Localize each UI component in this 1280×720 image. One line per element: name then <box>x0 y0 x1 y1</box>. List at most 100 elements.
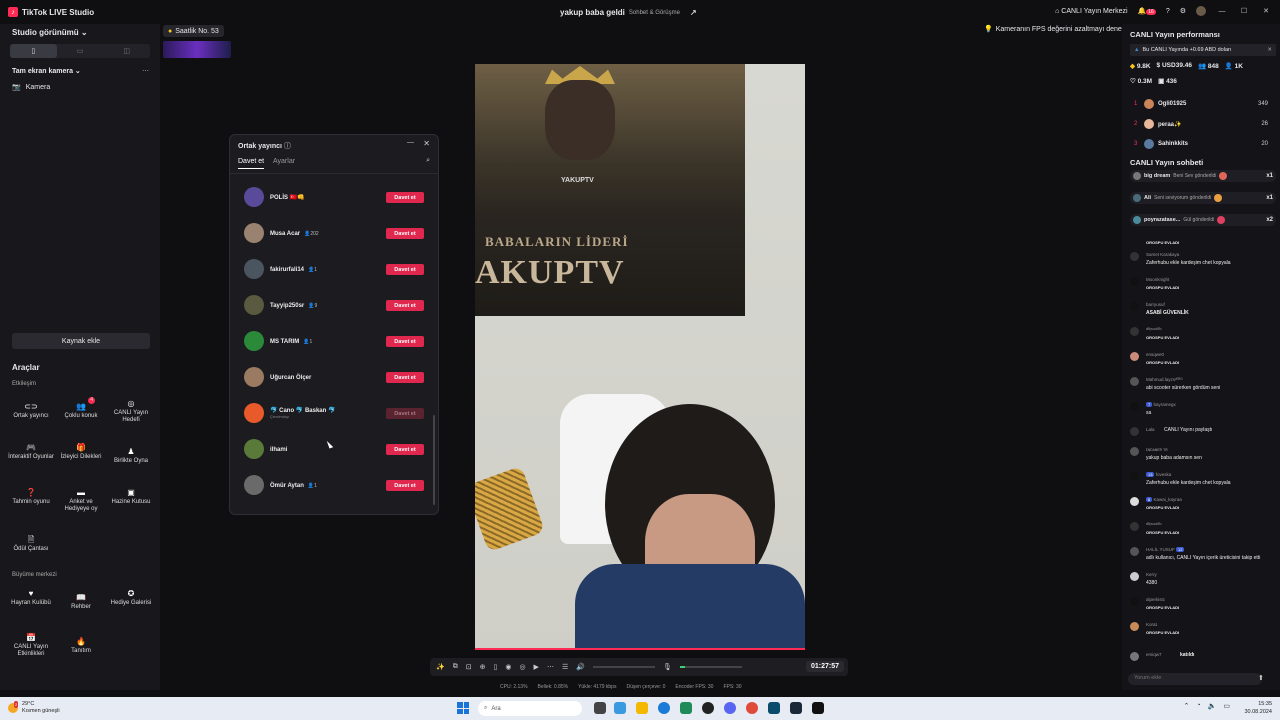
steam-icon[interactable] <box>790 702 802 714</box>
discord-icon[interactable] <box>724 702 736 714</box>
invite-button[interactable]: Davet et <box>386 192 424 203</box>
task-view-icon[interactable] <box>594 702 606 714</box>
tool-promote[interactable]: 🔥 Tanıtım <box>57 638 105 655</box>
system-tray: ⌃ ◔ 🔈 ▭ <box>1184 702 1230 710</box>
banner-thumbnail[interactable] <box>163 41 231 58</box>
invite-button[interactable]: Davet et <box>386 444 424 455</box>
maximize-button[interactable]: ☐ <box>1238 7 1250 15</box>
stream-title[interactable]: yakup baba geldi <box>560 8 625 17</box>
ranking-item[interactable]: 2 peraa✨ 26 <box>1134 118 1268 130</box>
app-icon[interactable] <box>702 702 714 714</box>
store-icon[interactable] <box>680 702 692 714</box>
tiktok-taskbar-icon[interactable] <box>812 702 824 714</box>
landscape-layout-button[interactable]: ▭ <box>57 44 104 58</box>
widgets-icon[interactable] <box>614 702 626 714</box>
tool-interactive-games[interactable]: 🎮 İnteraktif Oyunlar <box>7 444 55 461</box>
file-explorer-icon[interactable] <box>636 702 648 714</box>
screenshot-icon[interactable]: ⊡ <box>466 663 472 671</box>
chevron-up-icon[interactable]: ⌃ <box>1184 702 1190 710</box>
chrome-icon[interactable] <box>746 702 758 714</box>
source-camera-item[interactable]: 📷 Kamera <box>12 83 50 92</box>
dialog-minimize-button[interactable]: — <box>407 139 414 146</box>
tool-live-events[interactable]: 📅 CANLI Yayın Etkinlikleri <box>7 634 55 658</box>
portrait-icon[interactable]: ▯ <box>493 663 497 671</box>
chat-input[interactable]: Yorum ekle <box>1128 673 1262 685</box>
invite-button[interactable]: Davet et <box>386 228 424 239</box>
live-center-button[interactable]: ⌂ CANLI Yayın Merkezi <box>1055 8 1127 15</box>
effects-icon[interactable]: ✨ <box>436 663 445 671</box>
more-options-icon[interactable]: ⋯ <box>142 67 149 75</box>
play-together-icon: ♟ <box>127 447 135 456</box>
tool-guess-game[interactable]: ❓ Tahmin oyunu <box>7 489 55 506</box>
invite-button[interactable]: Davet et <box>386 336 424 347</box>
dialog-scrollbar[interactable] <box>433 415 435 505</box>
taskbar-clock[interactable]: 15:35 30.08.2024 <box>1244 700 1272 716</box>
dialog-close-button[interactable]: ✕ <box>423 139 430 148</box>
tool-live-goal[interactable]: ◎ CANLI Yayın Hedefi <box>107 400 155 424</box>
stream-title-area[interactable]: yakup baba geldi Sohbet & Görüşme ↗ <box>560 8 697 17</box>
dialog-divider <box>230 173 438 174</box>
record-icon[interactable]: ◉ <box>505 663 511 671</box>
minimize-button[interactable]: — <box>1216 8 1228 15</box>
info-icon[interactable]: ⓘ <box>284 143 291 150</box>
user-row: POLİS 🇹🇷👊 Davet et <box>244 186 424 208</box>
volume-slider[interactable] <box>592 666 655 668</box>
tool-play-together[interactable]: ♟ Birlikte Oyna <box>107 448 155 465</box>
tab-settings[interactable]: Ayarlar <box>273 158 295 165</box>
user-row: 🐬 Cano 🐬 Baskan 🐬 Çevrimdışı Davet et <box>244 402 424 424</box>
windows-start-icon[interactable] <box>457 702 469 714</box>
notification-icon[interactable]: 🔔 16 <box>1138 7 1156 15</box>
profile-avatar[interactable] <box>1196 6 1206 16</box>
invite-button[interactable]: Davet et <box>386 480 424 491</box>
network-icon[interactable]: ◔ <box>1196 702 1200 710</box>
invite-button[interactable]: Davet et <box>386 300 424 311</box>
help-icon[interactable]: ? <box>1166 8 1170 15</box>
add-icon[interactable]: ⊕ <box>480 663 486 671</box>
tool-poll[interactable]: ▬ Anket ve Hediyeye oy <box>57 489 105 513</box>
mic-icon[interactable]: 🎙 <box>663 663 672 671</box>
tool-co-host[interactable]: ⊂⊃ Ortak yayıncı <box>7 403 55 420</box>
tool-treasure-box[interactable]: ▣ Hazine Kutusu <box>107 489 155 506</box>
edge-icon[interactable] <box>658 702 670 714</box>
app2-icon[interactable] <box>768 702 780 714</box>
tab-invite[interactable]: Davet et <box>238 158 265 169</box>
portrait-layout-button[interactable]: ▯ <box>10 44 57 58</box>
studio-view-dropdown[interactable]: Studio görünümü ⌄ <box>12 28 88 37</box>
layout-icon[interactable]: ⧉ <box>453 663 458 671</box>
taskbar-search[interactable]: ⌕ Ara <box>478 701 582 716</box>
tool-viewer-wishes[interactable]: 🎁 İzleyici Dilekleri <box>57 444 105 461</box>
volume-icon[interactable]: 🔈 <box>1208 702 1217 710</box>
user-row: Uğurcan Ölçer Davet et <box>244 366 424 388</box>
battery-icon[interactable]: ▭ <box>1223 702 1230 710</box>
chat-message: Samet Karakaya Zaferhubu ekle kardeşim ch… <box>1130 252 1276 272</box>
ranking-item[interactable]: 3 Sahinkkits 20 <box>1134 138 1268 150</box>
chat-message: barryusuf ASABİ GÜVENLİK <box>1130 302 1276 322</box>
tool-guide[interactable]: 📖 Rehber <box>57 594 105 611</box>
close-note-icon[interactable]: ✕ <box>1267 47 1272 53</box>
mixer-icon[interactable]: ☰ <box>562 663 568 671</box>
tool-gift-gallery[interactable]: ✪ Hediye Galerisi <box>107 590 155 607</box>
add-source-button[interactable]: Kaynak ekle <box>12 333 150 349</box>
more-icon[interactable]: ⋯ <box>547 663 554 671</box>
speaker-icon[interactable]: 🔊 <box>576 663 585 671</box>
settings-gear-icon[interactable]: ⚙ <box>1180 7 1186 15</box>
share-icon[interactable]: ↗ <box>690 8 697 17</box>
invite-button[interactable]: Davet et <box>386 264 424 275</box>
invite-button[interactable]: Davet et <box>386 372 424 383</box>
close-window-button[interactable]: ✕ <box>1260 7 1272 15</box>
tool-reward-bag[interactable]: 🗎 Ödül Çantası <box>7 536 55 553</box>
camera-toggle-icon[interactable]: ◎ <box>519 663 525 671</box>
send-icon[interactable]: ⬆ <box>1258 674 1264 682</box>
video-icon[interactable]: ▶ <box>534 663 539 671</box>
scene-dropdown[interactable]: Tam ekran kamera ⌄ <box>12 67 81 75</box>
search-icon[interactable]: ⌕ <box>426 157 430 165</box>
gift-icon <box>1219 172 1228 180</box>
ranking-item[interactable]: 1 Ogli01925 349 <box>1134 98 1268 110</box>
tool-fan-club[interactable]: ♥ Hayran Kulübü <box>7 590 55 607</box>
hourly-rank-tag[interactable]: ● Saatlik No. 53 <box>163 25 224 37</box>
mic-level-slider[interactable] <box>679 666 742 668</box>
dual-layout-button[interactable]: ◫ <box>103 44 150 58</box>
tool-multi-guest[interactable]: 4 👥 Çoklu konuk <box>57 397 105 420</box>
heart-icon: ♡ <box>1130 78 1136 85</box>
weather-widget[interactable]: 2 29°C Kısmen güneşli <box>8 701 60 715</box>
